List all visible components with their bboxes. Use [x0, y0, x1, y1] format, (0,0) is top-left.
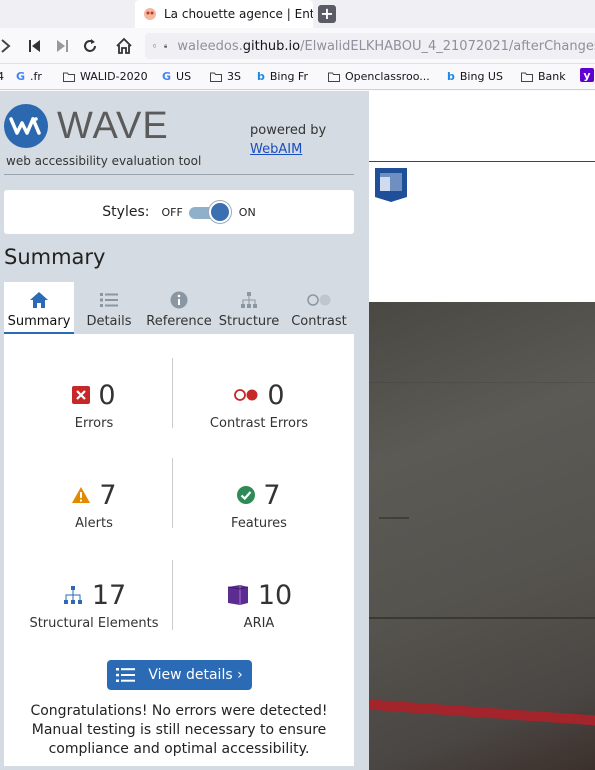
contrast-errors-count: 0 — [267, 379, 285, 411]
tab-reference[interactable]: Reference — [144, 282, 214, 334]
url-path: /ElwalidELKHABOU_4_21072021/afterChanges… — [300, 38, 595, 54]
aria-cube-icon — [227, 585, 248, 605]
web-page-preview — [369, 91, 595, 770]
hierarchy-icon — [241, 292, 257, 308]
wave-logo-icon — [4, 104, 48, 148]
home-icon — [30, 292, 48, 308]
stat-separator — [172, 458, 173, 528]
stat-features[interactable]: 7 Features — [174, 479, 344, 532]
tab-contrast[interactable]: Contrast — [284, 282, 354, 334]
styles-label: Styles: — [102, 204, 150, 220]
tab-structure[interactable]: Structure — [214, 282, 284, 334]
bing-icon: b — [257, 70, 265, 83]
url-host: waleedos. — [177, 38, 243, 54]
wave-logo-text: WAVE — [57, 104, 169, 147]
page-photo — [369, 302, 595, 770]
url-domain: github.io — [242, 38, 301, 54]
aria-count: 10 — [257, 579, 293, 611]
bookmark-item-fr[interactable]: G .fr — [16, 70, 42, 83]
skip-back-icon[interactable] — [25, 36, 45, 56]
list-icon — [100, 293, 118, 307]
home-icon[interactable] — [114, 36, 134, 56]
alert-icon — [72, 487, 91, 503]
bookmark-item-openclassrooms[interactable]: Openclassroo... — [328, 70, 430, 83]
page-rule — [369, 161, 595, 162]
error-icon — [72, 386, 91, 404]
yahoo-icon[interactable]: y — [580, 68, 594, 82]
errors-count: 0 — [98, 379, 116, 411]
stat-aria[interactable]: 10 ARIA — [174, 580, 344, 631]
styles-off-label: OFF — [161, 205, 183, 219]
list-icon — [116, 668, 136, 682]
errors-label: Errors — [74, 416, 114, 431]
congratulations-message: Congratulations! No errors were detected… — [30, 703, 328, 757]
powered-by-text: powered by — [250, 123, 327, 138]
folder-icon — [63, 72, 75, 82]
tab-title: La chouette agence | Entre — [164, 7, 313, 21]
stat-errors[interactable]: 0 Errors — [9, 380, 179, 431]
wave-tab-bar: Summary Details Reference Structure Cont… — [4, 282, 354, 334]
features-count: 7 — [263, 479, 281, 511]
toggle-knob — [208, 201, 231, 223]
bookmark-item-bing-us[interactable]: b Bing US — [447, 70, 503, 83]
structural-label: Structural Elements — [29, 616, 159, 631]
summary-card: 0 Errors 0 Contrast Errors 7 Alerts 7 Fe… — [4, 334, 354, 766]
contrast-icon — [307, 294, 331, 306]
owl-favicon-icon — [144, 8, 156, 20]
webaim-link[interactable]: WebAIM — [250, 142, 302, 157]
shield-icon — [153, 44, 157, 48]
tab-strip: La chouette agence | Entre + — [0, 0, 595, 28]
view-details-button[interactable]: View details › — [107, 660, 252, 690]
google-icon: G — [162, 70, 172, 83]
wave-logo: WAVE — [4, 104, 169, 148]
tab-details[interactable]: Details — [74, 282, 144, 334]
bookmark-item-bing-fr[interactable]: b Bing Fr — [257, 70, 308, 83]
lock-icon — [164, 44, 168, 48]
structural-count: 17 — [91, 579, 127, 611]
features-label: Features — [231, 516, 287, 531]
stat-separator — [172, 560, 173, 630]
browser-tab[interactable]: La chouette agence | Entre — [135, 0, 313, 28]
styles-toggle[interactable] — [188, 201, 233, 223]
alerts-count: 7 — [99, 479, 117, 511]
stat-alerts[interactable]: 7 Alerts — [9, 480, 179, 531]
stat-separator — [172, 358, 173, 428]
pencil-in-photo — [369, 699, 595, 727]
stat-structural-elements[interactable]: 17 Structural Elements — [9, 579, 179, 632]
header-divider — [4, 174, 354, 175]
feature-check-icon — [237, 486, 256, 504]
info-icon — [170, 291, 188, 309]
wave-page-marker-icon[interactable] — [374, 167, 408, 203]
styles-on-label: ON — [238, 205, 256, 219]
bing-icon: b — [447, 70, 455, 83]
google-icon: G — [16, 70, 26, 83]
bookmarks-bar: 4 G .fr WALID-2020 G US 3S b Bing Fr Opencl… — [0, 64, 595, 90]
skip-forward-icon[interactable] — [52, 36, 72, 56]
bookmark-item-partial[interactable]: 4 — [0, 70, 4, 83]
wave-tagline: web accessibility evaluation tool — [6, 154, 202, 168]
url-bar[interactable]: waleedos. github.io/ElwalidELKHABOU_4_210… — [145, 33, 595, 59]
contrast-errors-label: Contrast Errors — [209, 416, 309, 431]
contrast-error-icon — [234, 389, 258, 401]
bookmark-item-bank[interactable]: Bank — [521, 70, 566, 83]
forward-icon[interactable] — [0, 36, 20, 56]
reload-icon[interactable] — [80, 36, 100, 56]
alerts-label: Alerts — [75, 516, 113, 531]
bookmark-item-us[interactable]: G US — [162, 70, 191, 83]
styles-toggle-box: Styles: OFF ON — [4, 190, 354, 234]
aria-label: ARIA — [243, 616, 275, 631]
folder-icon — [210, 72, 222, 82]
bookmark-item-3s[interactable]: 3S — [210, 70, 241, 83]
stat-contrast-errors[interactable]: 0 Contrast Errors — [174, 379, 344, 432]
new-tab-button[interactable]: + — [318, 5, 336, 23]
powered-by: powered by WebAIM — [250, 121, 326, 159]
folder-icon — [521, 72, 533, 82]
tab-summary[interactable]: Summary — [4, 282, 74, 334]
summary-heading: Summary — [4, 245, 106, 269]
view-details-label: View details › — [148, 667, 243, 683]
structure-icon — [63, 586, 82, 604]
bookmark-item-walid[interactable]: WALID-2020 — [63, 70, 148, 83]
folder-icon — [328, 72, 340, 82]
